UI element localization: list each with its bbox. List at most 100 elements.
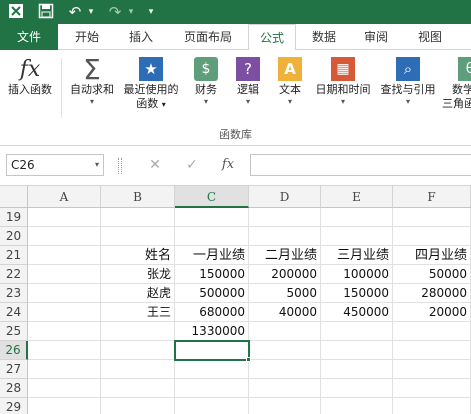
cell-e20[interactable] (321, 227, 393, 246)
cell-c24[interactable]: 680000 (175, 303, 249, 322)
cell-f28[interactable] (393, 379, 471, 398)
row-header-19[interactable]: 19 (0, 208, 28, 227)
row-header-26[interactable]: 26 (0, 341, 28, 360)
math-trig-button[interactable]: θ 数学 三角函 (442, 55, 471, 111)
cell-d25[interactable] (249, 322, 321, 341)
cell-b24[interactable]: 王三 (101, 303, 175, 322)
cell-d20[interactable] (249, 227, 321, 246)
autosum-button[interactable]: Σ 自动求和 ▾ (64, 53, 120, 107)
cell-f29[interactable] (393, 398, 471, 414)
cell-c22[interactable]: 150000 (175, 265, 249, 284)
cell-b25[interactable] (101, 322, 175, 341)
tab-file[interactable]: 文件 (0, 24, 58, 50)
cell-e25[interactable] (321, 322, 393, 341)
cell-b22[interactable]: 张龙 (101, 265, 175, 284)
tab-formulas[interactable]: 公式 (248, 24, 296, 51)
lookup-reference-button[interactable]: ⌕ 查找与引用 ▾ (376, 55, 440, 107)
row-header-29[interactable]: 29 (0, 398, 28, 414)
tab-insert[interactable]: 插入 (116, 24, 166, 50)
cell-a26[interactable] (28, 341, 101, 360)
row-header-22[interactable]: 22 (0, 265, 28, 284)
column-header-f[interactable]: F (393, 186, 471, 208)
column-header-d[interactable]: D (249, 186, 321, 208)
cell-b27[interactable] (101, 360, 175, 379)
cell-c21[interactable]: 一月业绩 (175, 246, 249, 265)
cell-a24[interactable] (28, 303, 101, 322)
cell-e22[interactable]: 100000 (321, 265, 393, 284)
column-header-c[interactable]: C (175, 186, 249, 208)
cell-f24[interactable]: 20000 (393, 303, 471, 322)
cell-a20[interactable] (28, 227, 101, 246)
cell-c29[interactable] (175, 398, 249, 414)
cell-f21[interactable]: 四月业绩 (393, 246, 471, 265)
cell-d19[interactable] (249, 208, 321, 227)
recently-used-button[interactable]: ★ 最近使用的 函数 ▾ (120, 55, 182, 112)
cell-c28[interactable] (175, 379, 249, 398)
tab-review[interactable]: 审阅 (352, 24, 400, 50)
cell-d24[interactable]: 40000 (249, 303, 321, 322)
cell-d23[interactable]: 5000 (249, 284, 321, 303)
save-icon[interactable] (38, 3, 54, 21)
cancel-icon[interactable]: ✕ (145, 155, 165, 175)
cell-b19[interactable] (101, 208, 175, 227)
date-time-button[interactable]: ▦ 日期和时间 ▾ (310, 55, 376, 107)
row-header-28[interactable]: 28 (0, 379, 28, 398)
tab-data[interactable]: 数据 (300, 24, 348, 50)
tab-home[interactable]: 开始 (62, 24, 112, 50)
cell-a25[interactable] (28, 322, 101, 341)
column-header-b[interactable]: B (101, 186, 175, 208)
cell-c25[interactable]: 1330000 (175, 322, 249, 341)
undo-dropdown-icon[interactable]: ▾ (86, 3, 96, 21)
text-button[interactable]: A 文本 ▾ (270, 55, 310, 107)
cell-b20[interactable] (101, 227, 175, 246)
financial-button[interactable]: $ 财务 ▾ (186, 55, 226, 107)
cell-a23[interactable] (28, 284, 101, 303)
tab-page-layout[interactable]: 页面布局 (172, 24, 244, 50)
cell-b26[interactable] (101, 341, 175, 360)
select-all-corner[interactable] (0, 186, 28, 208)
undo-icon[interactable]: ↶ (66, 3, 84, 21)
column-header-a[interactable]: A (28, 186, 101, 208)
cell-c19[interactable] (175, 208, 249, 227)
name-box[interactable]: C26 ▾ (6, 154, 104, 176)
cell-d29[interactable] (249, 398, 321, 414)
cell-d26[interactable] (249, 341, 321, 360)
cell-e19[interactable] (321, 208, 393, 227)
cell-a19[interactable] (28, 208, 101, 227)
formula-bar-grip[interactable] (118, 158, 122, 174)
logical-button[interactable]: ? 逻辑 ▾ (228, 55, 268, 107)
customize-qat-icon[interactable]: ▾ (146, 3, 156, 21)
cell-f26[interactable] (393, 341, 471, 360)
insert-function-icon[interactable]: fx (218, 155, 238, 175)
cell-f23[interactable]: 280000 (393, 284, 471, 303)
cell-e21[interactable]: 三月业绩 (321, 246, 393, 265)
row-header-20[interactable]: 20 (0, 227, 28, 246)
cell-e28[interactable] (321, 379, 393, 398)
cell-b23[interactable]: 赵虎 (101, 284, 175, 303)
tab-view[interactable]: 视图 (404, 24, 456, 50)
cell-f27[interactable] (393, 360, 471, 379)
cell-f20[interactable] (393, 227, 471, 246)
cell-b21[interactable]: 姓名 (101, 246, 175, 265)
cell-d28[interactable] (249, 379, 321, 398)
cell-d22[interactable]: 200000 (249, 265, 321, 284)
cell-f22[interactable]: 50000 (393, 265, 471, 284)
cell-e26[interactable] (321, 341, 393, 360)
insert-function-button[interactable]: fx 插入函数 (2, 55, 58, 97)
cell-c27[interactable] (175, 360, 249, 379)
cell-f25[interactable] (393, 322, 471, 341)
chevron-down-icon[interactable]: ▾ (95, 155, 99, 175)
cell-f19[interactable] (393, 208, 471, 227)
row-header-25[interactable]: 25 (0, 322, 28, 341)
cell-e27[interactable] (321, 360, 393, 379)
cell-a21[interactable] (28, 246, 101, 265)
formula-input[interactable] (250, 154, 471, 176)
cell-a22[interactable] (28, 265, 101, 284)
cell-c20[interactable] (175, 227, 249, 246)
cell-b28[interactable] (101, 379, 175, 398)
row-header-23[interactable]: 23 (0, 284, 28, 303)
cell-c23[interactable]: 500000 (175, 284, 249, 303)
cell-a28[interactable] (28, 379, 101, 398)
redo-dropdown-icon[interactable]: ▾ (126, 3, 136, 21)
cell-e29[interactable] (321, 398, 393, 414)
